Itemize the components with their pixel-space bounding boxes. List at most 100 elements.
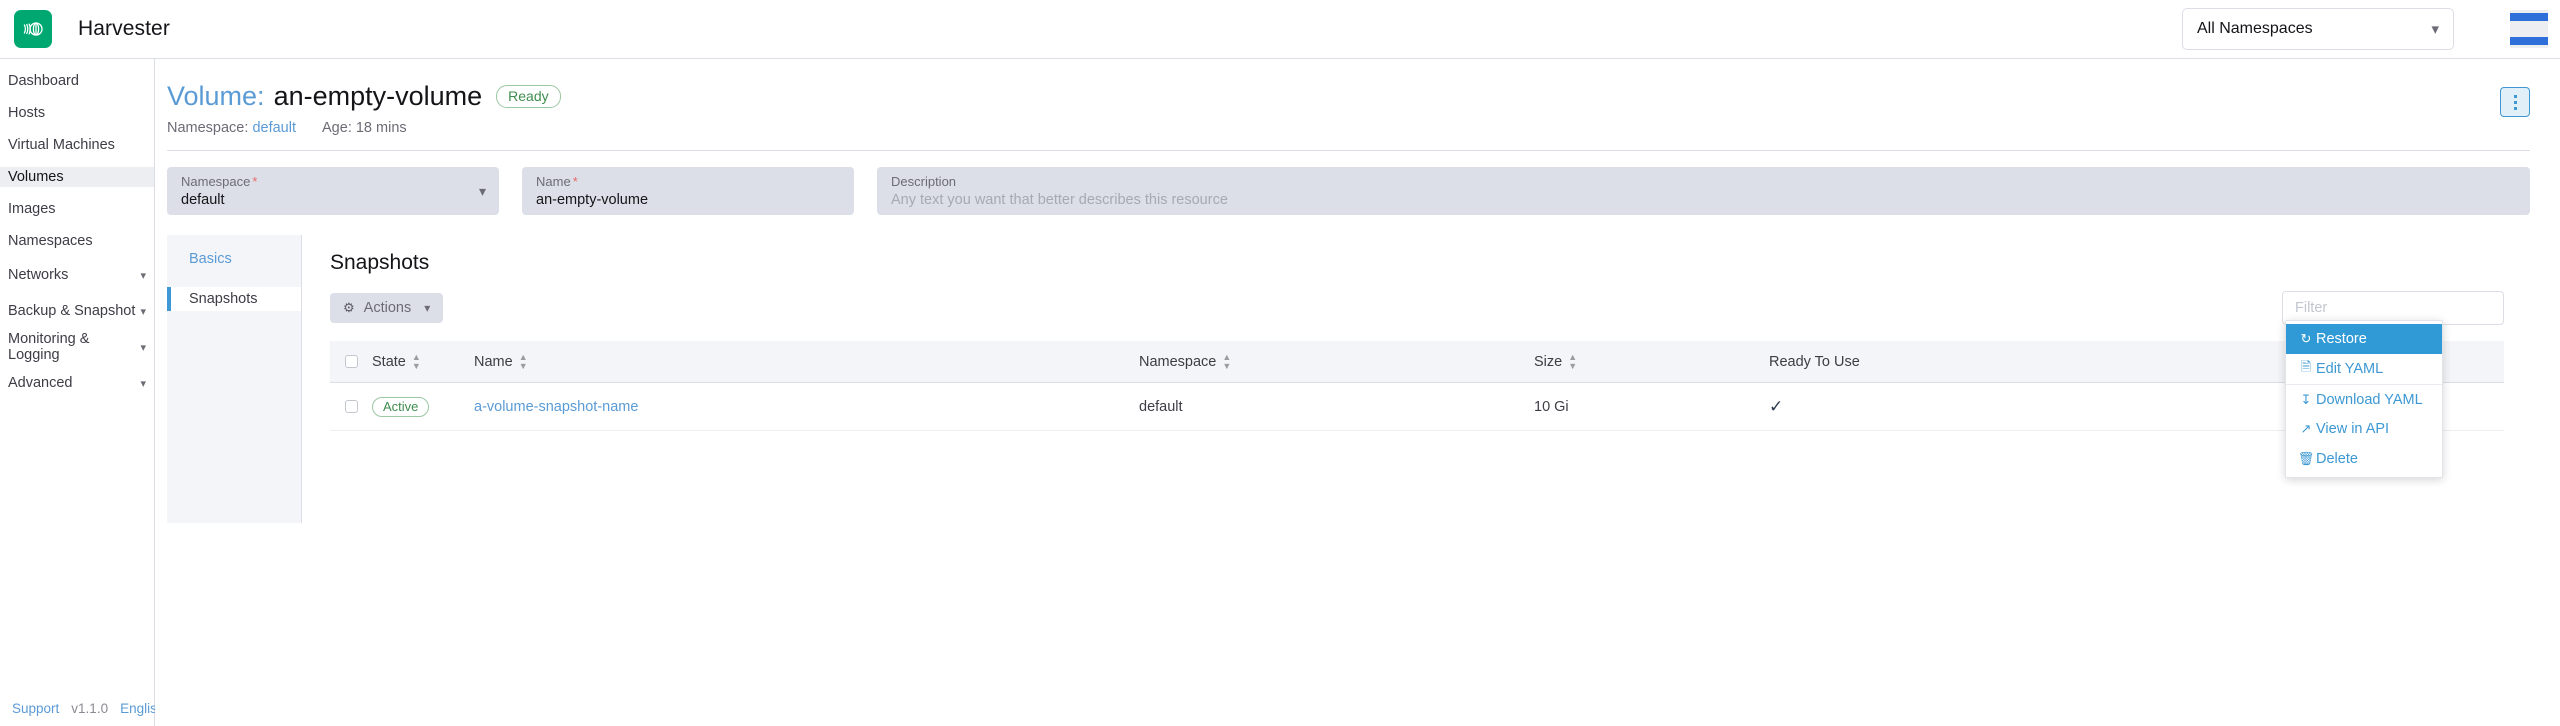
sidebar-item-virtual-machines[interactable]: Virtual Machines bbox=[0, 135, 154, 155]
sort-icon: ▲ ▼ bbox=[411, 351, 421, 371]
namespace-value-link[interactable]: default bbox=[252, 120, 296, 136]
cell-size: 10 Gi bbox=[1534, 398, 1569, 415]
trash-icon: 🗑 bbox=[2297, 451, 2315, 466]
tab-list: Basics Snapshots bbox=[167, 235, 302, 524]
page-subtitle: Namespace: default Age: 18 mins bbox=[167, 120, 561, 136]
window-control-bar-bottom bbox=[2510, 37, 2548, 45]
window-controls[interactable] bbox=[2510, 10, 2548, 48]
top-bar: Harvester All Namespaces ▾ bbox=[0, 0, 2560, 59]
sidebar-item-hosts[interactable]: Hosts bbox=[0, 103, 154, 123]
brand: Harvester bbox=[0, 10, 170, 48]
required-marker: * bbox=[572, 174, 578, 190]
description-field-placeholder: Any text you want that better describes … bbox=[891, 192, 1228, 209]
menu-item-edit-yaml[interactable]: 🗎 Edit YAML bbox=[2286, 354, 2442, 384]
column-header-name[interactable]: Name ▲ ▼ bbox=[474, 352, 1139, 371]
description-field[interactable]: Description Any text you want that bette… bbox=[877, 167, 2530, 216]
namespace-label: Namespace: bbox=[167, 120, 249, 137]
sidebar-item-backup-and-snapshot[interactable]: Backup & Snapshot ▾ bbox=[0, 301, 154, 321]
actions-button-label: Actions bbox=[363, 300, 412, 317]
cell-state: Active bbox=[372, 396, 474, 417]
column-header-label: State bbox=[372, 353, 406, 370]
name-field[interactable]: Name * an-empty-volume bbox=[522, 167, 854, 216]
sidebar-item-label: Images bbox=[8, 201, 56, 217]
namespace-field-value: default bbox=[181, 192, 225, 209]
sidebar-item-namespaces[interactable]: Namespaces bbox=[0, 231, 154, 251]
header-divider bbox=[167, 150, 2530, 152]
column-header-label: Namespace bbox=[1139, 353, 1217, 370]
filter-placeholder: Filter bbox=[2295, 300, 2328, 317]
sort-icon: ▲ ▼ bbox=[1222, 351, 1232, 371]
main-content: Volume: an-empty-volume Ready Namespace:… bbox=[155, 59, 2560, 726]
external-link-icon: ↗ bbox=[2300, 421, 2312, 436]
sidebar-item-label: Volumes bbox=[8, 169, 64, 185]
form-row: Namespace * default ▾ Name * an-empty-volu… bbox=[167, 167, 2530, 216]
sort-icon: ▲ ▼ bbox=[1568, 351, 1578, 371]
sidebar-item-advanced[interactable]: Advanced ▾ bbox=[0, 373, 154, 393]
sidebar-footer: Support v1.1.0 English bbox=[0, 701, 164, 716]
support-link[interactable]: Support bbox=[12, 701, 59, 716]
table-header-row: State ▲ ▼ Name ▲ ▼ Namespace ▲ ▼ Size ▲ ▼ bbox=[330, 341, 2504, 384]
table-toolbar: ⚙ Actions ▾ Filter bbox=[330, 291, 2530, 326]
menu-item-label: Edit YAML bbox=[2316, 361, 2384, 377]
sidebar-item-label: Hosts bbox=[8, 105, 46, 121]
panel-body: Snapshots ⚙ Actions ▾ Filter State ▲ ▼ N… bbox=[302, 235, 2530, 524]
harvester-logo-icon bbox=[14, 10, 52, 48]
row-checkbox[interactable] bbox=[344, 400, 358, 414]
sidebar-item-label: Virtual Machines bbox=[8, 137, 115, 153]
cell-namespace: default bbox=[1139, 398, 1183, 415]
menu-item-label: Delete bbox=[2316, 451, 2358, 467]
column-header-namespace[interactable]: Namespace ▲ ▼ bbox=[1139, 351, 1534, 371]
menu-item-download-yaml[interactable]: ↧ Download YAML bbox=[2286, 384, 2442, 414]
brand-name: Harvester bbox=[78, 17, 170, 40]
sidebar-item-volumes[interactable]: Volumes bbox=[0, 167, 154, 187]
sidebar-item-images[interactable]: Images bbox=[0, 199, 154, 219]
panel-title: Snapshots bbox=[330, 251, 430, 275]
restore-icon: ↻ bbox=[2300, 331, 2312, 346]
sidebar-item-networks[interactable]: Networks ▾ bbox=[0, 265, 154, 285]
description-field-label: Description bbox=[891, 174, 957, 190]
menu-item-label: Download YAML bbox=[2316, 391, 2423, 408]
check-icon: ✓ bbox=[1769, 396, 1784, 416]
tab-label: Basics bbox=[189, 251, 232, 268]
sidebar: Dashboard Hosts Virtual Machines Volumes… bbox=[0, 59, 164, 726]
name-field-value: an-empty-volume bbox=[536, 192, 649, 209]
chevron-down-icon: ▾ bbox=[424, 301, 431, 316]
file-icon: 🗎 bbox=[2300, 359, 2312, 374]
chevron-down-icon: ▾ bbox=[140, 341, 146, 354]
chevron-down-icon: ▾ bbox=[2431, 21, 2439, 38]
name-field-label: Name * bbox=[536, 174, 578, 190]
window-control-bar-top bbox=[2510, 13, 2548, 21]
required-marker: * bbox=[252, 174, 258, 190]
status-badge: Active bbox=[372, 396, 430, 417]
tab-snapshots[interactable]: Snapshots bbox=[167, 287, 301, 312]
namespace-field[interactable]: Namespace * default ▾ bbox=[167, 167, 499, 216]
namespace-field-label: Namespace * bbox=[181, 174, 258, 190]
chevron-down-icon: ▾ bbox=[140, 377, 146, 390]
column-header-state[interactable]: State ▲ ▼ bbox=[372, 351, 474, 371]
age-label: Age: 18 mins bbox=[322, 120, 407, 137]
menu-item-restore[interactable]: ↻ Restore bbox=[2286, 324, 2442, 354]
kebab-menu-icon[interactable] bbox=[2500, 87, 2530, 117]
page-title: Volume: an-empty-volume Ready bbox=[167, 81, 561, 112]
sidebar-item-label: Dashboard bbox=[8, 73, 79, 89]
sidebar-item-dashboard[interactable]: Dashboard bbox=[0, 71, 154, 91]
select-all-checkbox[interactable] bbox=[344, 355, 358, 369]
actions-button[interactable]: ⚙ Actions ▾ bbox=[330, 293, 444, 324]
sidebar-item-monitoring-and-logging[interactable]: Monitoring & Logging ▾ bbox=[0, 331, 154, 363]
page-header: Volume: an-empty-volume Ready Namespace:… bbox=[167, 81, 2530, 136]
tab-basics[interactable]: Basics bbox=[167, 247, 301, 271]
table-row[interactable]: Active a-volume-snapshot-name default 10… bbox=[330, 383, 2504, 432]
namespace-filter-value: All Namespaces bbox=[2197, 20, 2313, 37]
sidebar-item-label: Networks bbox=[8, 267, 69, 283]
page-title-name: an-empty-volume bbox=[273, 81, 483, 111]
download-icon: ↧ bbox=[2300, 391, 2312, 407]
menu-item-view-in-api[interactable]: ↗ View in API bbox=[2286, 414, 2442, 444]
menu-item-label: View in API bbox=[2316, 421, 2390, 437]
title-block: Volume: an-empty-volume Ready Namespace:… bbox=[167, 81, 561, 136]
namespace-filter-select[interactable]: All Namespaces ▾ bbox=[2182, 8, 2454, 50]
cell-name-link[interactable]: a-volume-snapshot-name bbox=[474, 399, 1139, 415]
menu-item-delete[interactable]: 🗑 Delete bbox=[2286, 444, 2442, 474]
sidebar-item-label: Backup & Snapshot bbox=[8, 303, 136, 319]
row-checkbox-cell bbox=[330, 400, 372, 414]
column-header-size[interactable]: Size ▲ ▼ bbox=[1534, 351, 1769, 371]
